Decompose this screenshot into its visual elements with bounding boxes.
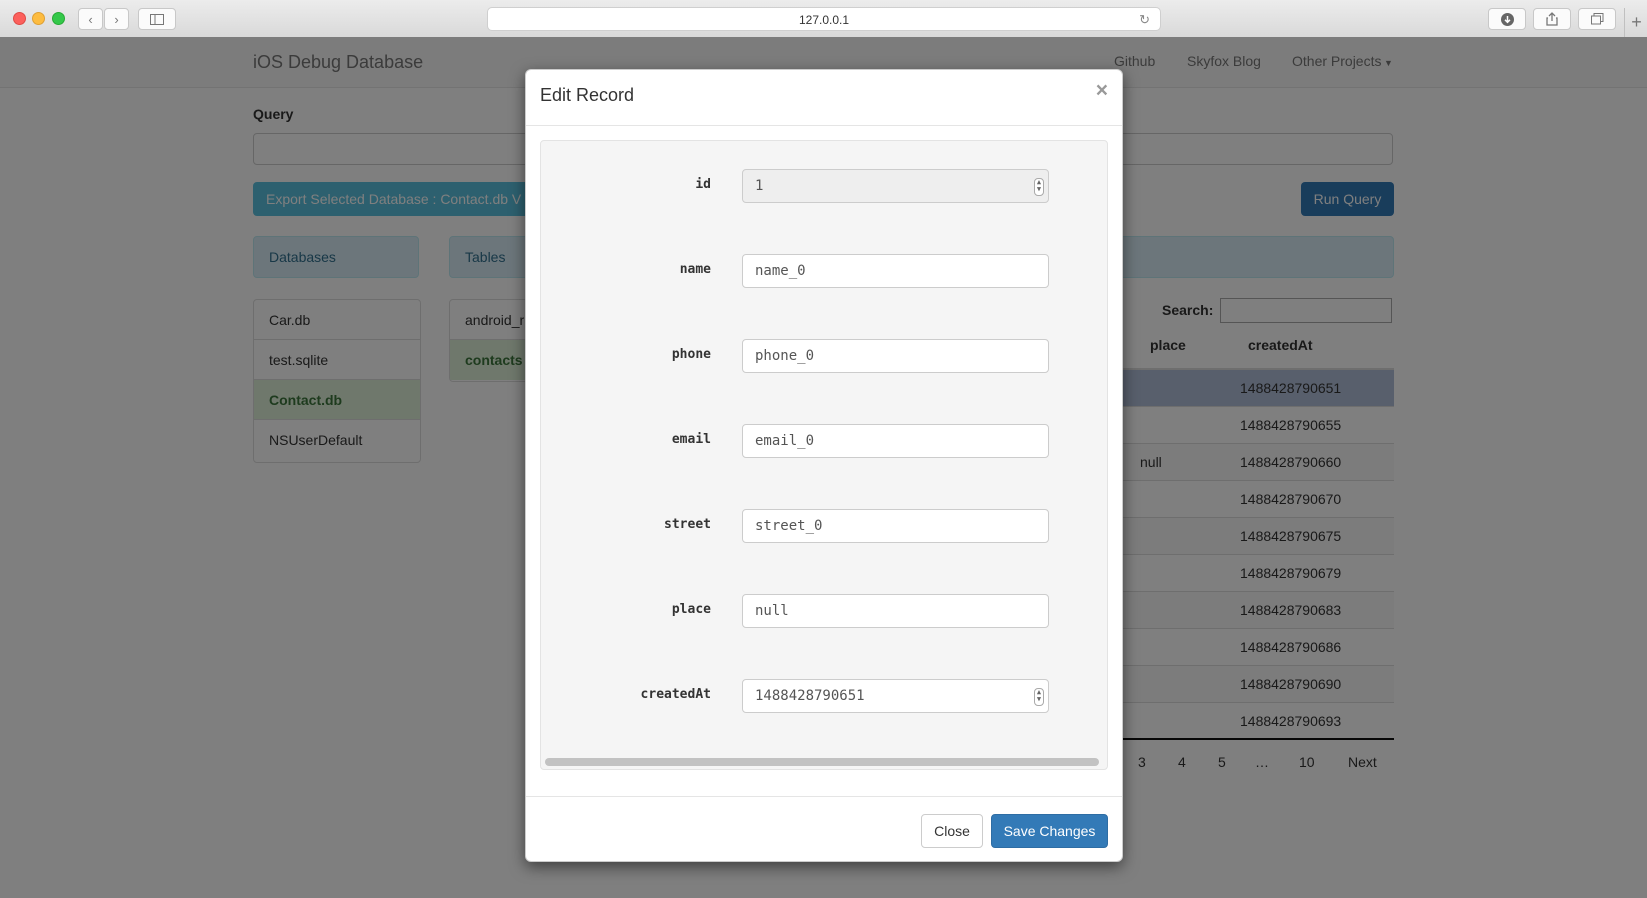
- modal-footer-divider: [526, 796, 1122, 797]
- save-changes-button[interactable]: Save Changes: [991, 814, 1108, 848]
- download-icon: [1500, 13, 1514, 26]
- phone-value: phone_0: [755, 348, 815, 364]
- record-form: id 1 ▲ ▼ name name_0 phone phone_0 email …: [540, 140, 1108, 770]
- id-field[interactable]: 1 ▲ ▼: [742, 169, 1049, 203]
- field-label-phone: phone: [671, 347, 711, 362]
- url-text: 127.0.0.1: [798, 13, 850, 27]
- browser-toolbar: ‹ › 127.0.0.1 ↻ +: [0, 0, 1647, 38]
- chevron-right-icon: ›: [114, 12, 119, 27]
- chevron-left-icon: ‹: [88, 12, 93, 27]
- createdAt-value: 1488428790651: [755, 688, 865, 704]
- sidebar-toggle-button[interactable]: [138, 8, 176, 30]
- downloads-button[interactable]: [1488, 8, 1526, 30]
- tabs-icon: [1590, 13, 1603, 25]
- close-button[interactable]: Close: [921, 814, 983, 848]
- stepper-icon[interactable]: ▲ ▼: [1034, 178, 1044, 196]
- modal-title: Edit Record: [540, 85, 635, 105]
- minimize-window-icon[interactable]: [32, 12, 45, 25]
- phone-field[interactable]: phone_0: [742, 339, 1049, 373]
- field-label-street: street: [664, 517, 711, 532]
- name-field[interactable]: name_0: [742, 254, 1049, 288]
- field-label-id: id: [695, 177, 711, 192]
- plus-icon: +: [1631, 12, 1642, 32]
- place-field[interactable]: null: [742, 594, 1049, 628]
- new-tab-button[interactable]: +: [1624, 8, 1647, 37]
- email-field[interactable]: email_0: [742, 424, 1049, 458]
- share-icon: [1546, 12, 1558, 26]
- edit-record-modal: Edit Record × id 1 ▲ ▼ name name_0 phone …: [525, 69, 1123, 862]
- sidebar-icon: [150, 14, 164, 25]
- field-label-place: place: [671, 602, 711, 617]
- forward-button[interactable]: ›: [104, 8, 129, 30]
- field-label-email: email: [671, 432, 711, 447]
- close-icon[interactable]: ×: [1096, 80, 1108, 101]
- reload-icon[interactable]: ↻: [1139, 8, 1150, 32]
- field-label-name: name: [679, 262, 711, 277]
- email-value: email_0: [755, 433, 815, 449]
- close-window-icon[interactable]: [13, 12, 26, 25]
- createdAt-field[interactable]: 1488428790651 ▲ ▼: [742, 679, 1049, 713]
- place-value: null: [755, 603, 789, 619]
- name-value: name_0: [755, 263, 806, 279]
- horizontal-scrollbar[interactable]: [545, 758, 1099, 766]
- street-field[interactable]: street_0: [742, 509, 1049, 543]
- back-button[interactable]: ‹: [78, 8, 103, 30]
- maximize-window-icon[interactable]: [52, 12, 65, 25]
- tabs-overview-button[interactable]: [1578, 8, 1616, 30]
- share-button[interactable]: [1533, 8, 1571, 30]
- street-value: street_0: [755, 518, 823, 534]
- field-label-createdAt: createdAt: [640, 687, 711, 702]
- modal-header-divider: [526, 125, 1122, 126]
- address-bar[interactable]: 127.0.0.1 ↻: [487, 7, 1161, 31]
- stepper-icon[interactable]: ▲ ▼: [1034, 688, 1044, 706]
- id-value: 1: [755, 178, 764, 194]
